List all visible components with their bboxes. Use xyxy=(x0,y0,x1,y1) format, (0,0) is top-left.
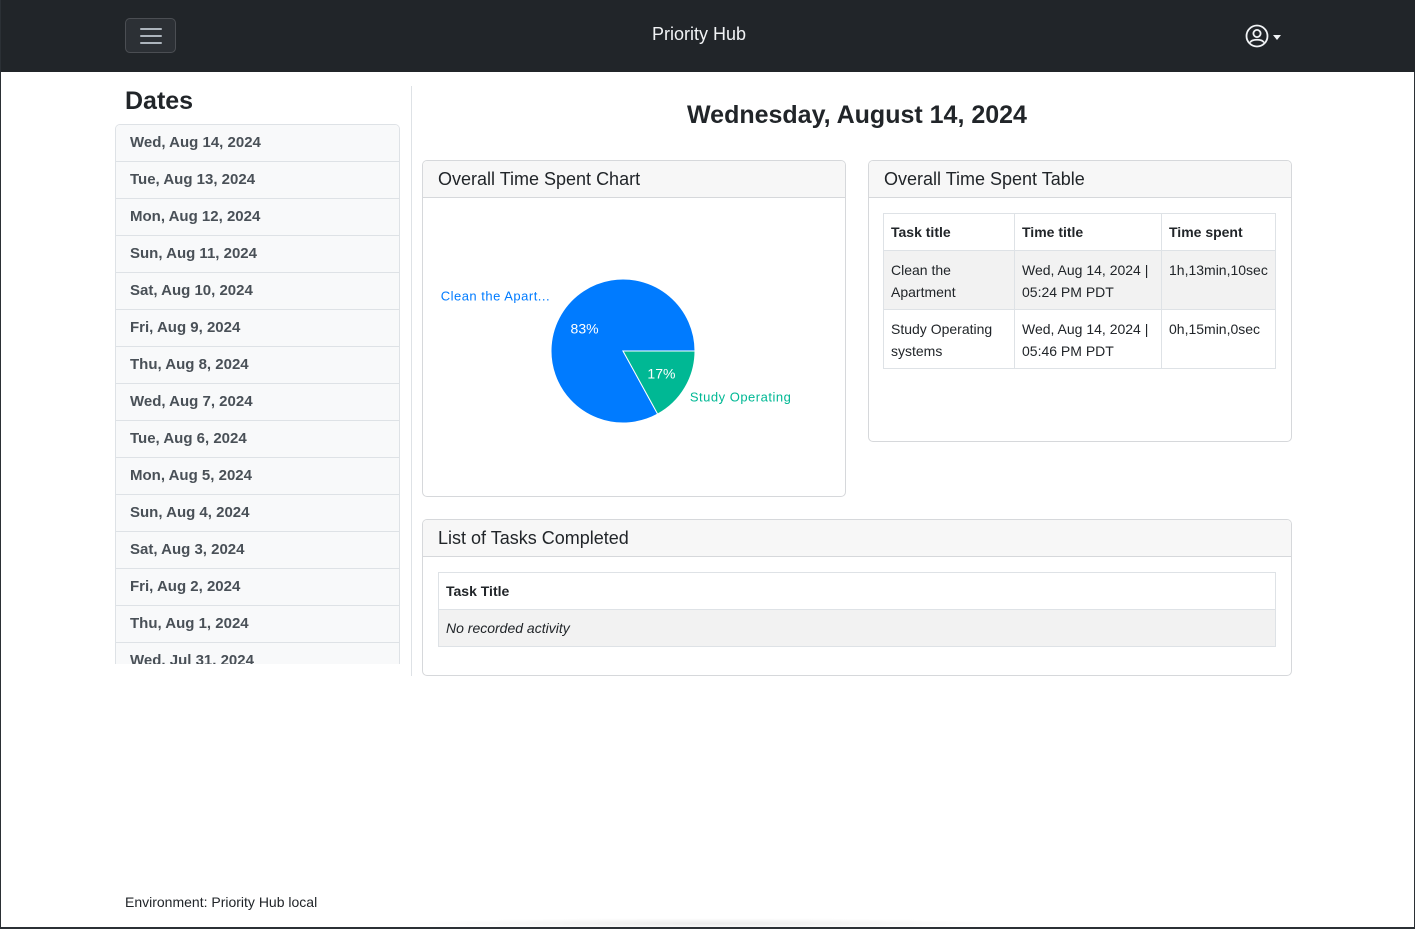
table-cell: Wed, Aug 14, 2024 | 05:46 PM PDT xyxy=(1014,309,1162,369)
pie-chart: 83% Clean the Apart... 17% Study Operating xyxy=(441,278,791,424)
date-item[interactable]: Tue, Aug 13, 2024 xyxy=(116,162,399,199)
user-menu-button[interactable] xyxy=(1245,23,1285,49)
column-header: Time spent xyxy=(1161,213,1276,251)
date-item[interactable]: Fri, Aug 9, 2024 xyxy=(116,310,399,347)
table-header-row: Task title Time title Time spent xyxy=(883,213,1276,251)
date-item[interactable]: Thu, Aug 1, 2024 xyxy=(116,606,399,643)
date-item[interactable]: Sat, Aug 3, 2024 xyxy=(116,532,399,569)
table-cell: Clean the Apartment xyxy=(883,250,1015,310)
slice-category-label: Study Operating xyxy=(690,390,791,405)
table-row: Clean the Apartment Wed, Aug 14, 2024 | … xyxy=(883,250,1276,310)
app-window: Priority Hub Dates Wed, Aug 14, 2024 Tue… xyxy=(0,0,1415,929)
user-circle-icon xyxy=(1245,24,1269,48)
card-title: Overall Time Spent Chart xyxy=(423,161,845,198)
dates-heading: Dates xyxy=(125,87,194,115)
date-item[interactable]: Tue, Aug 6, 2024 xyxy=(116,421,399,458)
top-navbar: Priority Hub xyxy=(1,0,1415,72)
table-row: No recorded activity xyxy=(438,609,1276,647)
tasks-table: Task Title No recorded activity xyxy=(438,572,1276,647)
time-table-card: Overall Time Spent Table Task title Time… xyxy=(868,160,1292,442)
table-cell: Study Operating systems xyxy=(883,309,1015,369)
date-item[interactable]: Wed, Jul 31, 2024 xyxy=(116,643,399,664)
table-cell: Wed, Aug 14, 2024 | 05:24 PM PDT xyxy=(1014,250,1162,310)
date-item[interactable]: Wed, Aug 7, 2024 xyxy=(116,384,399,421)
empty-state-text: No recorded activity xyxy=(438,609,1276,647)
table-header-row: Task Title xyxy=(438,572,1276,610)
date-item[interactable]: Sun, Aug 11, 2024 xyxy=(116,236,399,273)
date-item[interactable]: Wed, Aug 14, 2024 xyxy=(116,125,399,162)
table-cell: 0h,15min,0sec xyxy=(1161,309,1276,369)
table-row: Study Operating systems Wed, Aug 14, 202… xyxy=(883,309,1276,369)
card-title: Overall Time Spent Table xyxy=(869,161,1291,198)
tasks-completed-card: List of Tasks Completed Task Title No re… xyxy=(422,519,1292,676)
app-title: Priority Hub xyxy=(651,24,747,44)
selected-date-title: Wednesday, August 14, 2024 xyxy=(687,101,1027,129)
bottom-shadow xyxy=(401,918,1011,929)
table-cell: 1h,13min,10sec xyxy=(1161,250,1276,310)
slice-percent-label: 83% xyxy=(571,320,599,336)
time-spent-table: Task title Time title Time spent Clean t… xyxy=(883,213,1276,369)
date-item[interactable]: Thu, Aug 8, 2024 xyxy=(116,347,399,384)
slice-category-label: Clean the Apart... xyxy=(441,288,550,303)
dates-list[interactable]: Wed, Aug 14, 2024 Tue, Aug 13, 2024 Mon,… xyxy=(115,124,400,664)
column-header: Time title xyxy=(1014,213,1162,251)
slice-percent-label: 17% xyxy=(647,366,675,382)
card-title: List of Tasks Completed xyxy=(423,520,1291,557)
date-item[interactable]: Sat, Aug 10, 2024 xyxy=(116,273,399,310)
date-item[interactable]: Sun, Aug 4, 2024 xyxy=(116,495,399,532)
column-header: Task Title xyxy=(438,572,1276,610)
chevron-down-icon xyxy=(1273,35,1281,40)
time-chart-card: Overall Time Spent Chart 83% Clean the Ap… xyxy=(422,160,846,497)
column-header: Task title xyxy=(883,213,1015,251)
environment-footer: Environment: Priority Hub local xyxy=(125,894,318,910)
vertical-divider xyxy=(411,86,412,676)
date-item[interactable]: Mon, Aug 5, 2024 xyxy=(116,458,399,495)
date-item[interactable]: Fri, Aug 2, 2024 xyxy=(116,569,399,606)
date-item[interactable]: Mon, Aug 12, 2024 xyxy=(116,199,399,236)
